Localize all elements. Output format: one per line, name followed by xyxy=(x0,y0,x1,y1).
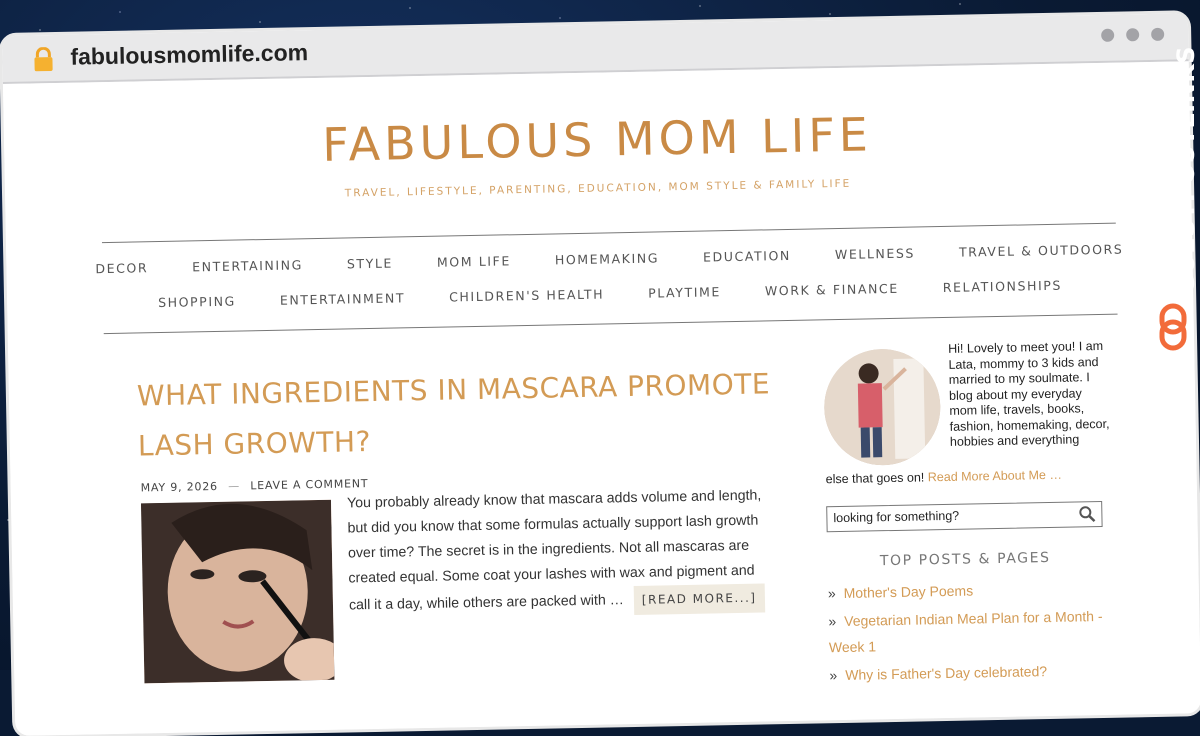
nav-item-decor[interactable]: DECOR xyxy=(73,250,170,287)
read-more-about-link[interactable]: Read More About Me … xyxy=(928,468,1062,485)
window-dot-icon[interactable] xyxy=(1101,28,1115,42)
nav-item-style[interactable]: STYLE xyxy=(325,245,416,282)
watermark-text: GUESTPOSTLINKS xyxy=(1172,45,1200,294)
search-icon[interactable] xyxy=(1078,505,1096,523)
about-tail: else that goes on! Read More About Me … xyxy=(826,467,1126,487)
author-avatar xyxy=(823,348,942,467)
post-thumbnail[interactable] xyxy=(140,499,335,684)
url-text[interactable]: fabulousmomlife.com xyxy=(70,39,308,71)
site-tagline: TRAVEL, LIFESTYLE, PARENTING, EDUCATION,… xyxy=(344,177,852,200)
about-text: Hi! Lovely to meet you! I am Lata, mommy… xyxy=(948,338,1110,449)
top-post-link[interactable]: Why is Father's Day celebrated? xyxy=(845,663,1047,683)
post-meta: MAY 9, 2026 — LEAVE A COMMENT xyxy=(141,477,369,494)
nav-item-work-finance[interactable]: WORK & FINANCE xyxy=(743,270,922,308)
list-item[interactable]: » Why is Father's Day celebrated? xyxy=(829,657,1119,689)
nav-item-wellness[interactable]: WELLNESS xyxy=(813,235,938,272)
post-date: MAY 9, 2026 xyxy=(140,479,218,495)
nav-item-childrens-health[interactable]: CHILDREN'S HEALTH xyxy=(427,276,627,315)
nav-item-relationships[interactable]: RELATIONSHIPS xyxy=(920,267,1084,305)
guestpostlinks-watermark: GUESTPOSTLINKS xyxy=(1154,46,1200,358)
list-item[interactable]: » Mother's Day Poems xyxy=(828,575,1118,607)
search-box[interactable] xyxy=(826,500,1103,533)
nav-item-entertainment[interactable]: ENTERTAINMENT xyxy=(258,280,428,318)
window-controls xyxy=(1101,27,1165,42)
top-post-link[interactable]: Vegetarian Indian Meal Plan for a Month … xyxy=(829,608,1103,655)
nav-item-homemaking[interactable]: HOMEMAKING xyxy=(533,240,682,278)
site-title[interactable]: FABULOUS MOM LIFE xyxy=(4,101,1191,178)
read-more-button[interactable]: [READ MORE...] xyxy=(633,583,765,615)
top-posts-title: TOP POSTS & PAGES xyxy=(879,549,1051,570)
nav-item-playtime[interactable]: PLAYTIME xyxy=(626,274,743,311)
meta-separator: — xyxy=(228,479,241,493)
bullet: » xyxy=(828,613,837,630)
nav-item-travel-outdoors[interactable]: TRAVEL & OUTDOORS xyxy=(937,231,1146,270)
window-dot-icon[interactable] xyxy=(1151,27,1165,41)
nav-item-entertaining[interactable]: ENTERTAINING xyxy=(170,247,325,285)
top-post-link[interactable]: Mother's Day Poems xyxy=(843,582,973,600)
site-page: FABULOUS MOM LIFE TRAVEL, LIFESTYLE, PAR… xyxy=(2,61,1200,736)
about-tail-text: else that goes on! xyxy=(825,470,925,487)
top-posts-list: » Mother's Day Poems » Vegetarian Indian M… xyxy=(828,575,1120,691)
bullet: » xyxy=(827,585,836,602)
lock-icon xyxy=(34,46,53,72)
nav-item-education[interactable]: EDUCATION xyxy=(681,237,814,275)
browser-window: fabulousmomlife.com FABULOUS MOM LIFE TR… xyxy=(2,13,1200,736)
window-dot-icon[interactable] xyxy=(1126,28,1140,42)
author-photo-icon xyxy=(823,348,942,467)
list-item[interactable]: » Vegetarian Indian Meal Plan for a Month… xyxy=(828,603,1119,661)
main-navigation: DECOR ENTERTAINING STYLE MOM LIFE HOMEMA… xyxy=(95,222,1124,335)
mascara-photo-icon xyxy=(140,499,335,684)
chain-link-icon xyxy=(1159,303,1187,351)
post-excerpt: You probably already know that mascara a… xyxy=(347,483,769,620)
search-input[interactable] xyxy=(831,505,1076,527)
post-title[interactable]: WHAT INGREDIENTS IN MASCARA PROMOTE LASH… xyxy=(136,359,778,471)
leave-comment-link[interactable]: LEAVE A COMMENT xyxy=(250,477,368,492)
nav-item-shopping[interactable]: SHOPPING xyxy=(136,283,258,320)
nav-item-mom-life[interactable]: MOM LIFE xyxy=(415,243,534,280)
